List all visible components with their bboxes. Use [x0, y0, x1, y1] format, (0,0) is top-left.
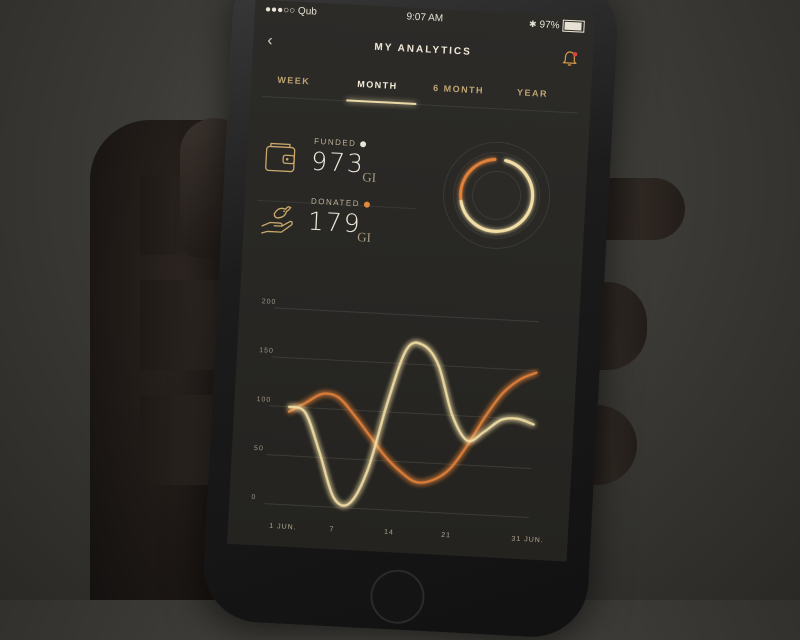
ring-inner-track: [453, 151, 541, 239]
tab-month[interactable]: MONTH: [357, 79, 398, 91]
chart-gridline: [266, 454, 532, 470]
y-tick-label: 200: [262, 298, 277, 306]
funding-ring-chart: [443, 141, 551, 249]
x-tick-label: 1 JUN.: [269, 523, 297, 531]
y-tick-label: 100: [256, 396, 271, 404]
page-title: MY ANALYTICS: [374, 41, 473, 58]
x-tick-label: 21: [441, 532, 451, 540]
battery-status: ✱ 97%: [529, 18, 585, 33]
wallet-icon: [265, 142, 296, 173]
donated-unit: GI: [356, 229, 372, 245]
donate-hand-icon: [261, 206, 293, 234]
phone-screen: ●●●○○ Qub 9:07 AM ✱ 97% ‹ MY ANALYTICS W…: [226, 0, 596, 562]
tab-year[interactable]: YEAR: [517, 87, 548, 99]
chart-gridline: [264, 503, 529, 518]
funded-value: 973: [310, 146, 366, 179]
notification-bell-icon[interactable]: [560, 50, 579, 69]
tab-week[interactable]: WEEK: [277, 75, 310, 87]
battery-icon: [562, 19, 585, 33]
funded-legend-dot: [360, 140, 367, 147]
chart-gridline: [271, 356, 537, 372]
donated-value: 179: [307, 206, 363, 239]
notification-badge: [572, 52, 578, 57]
x-tick-label: 7: [329, 526, 334, 533]
phone: ●●●○○ Qub 9:07 AM ✱ 97% ‹ MY ANALYTICS W…: [200, 0, 621, 640]
donated-legend-dot: [363, 200, 371, 208]
funded-unit: GI: [361, 169, 377, 186]
tab-6-month[interactable]: 6 MONTH: [433, 83, 484, 96]
bluetooth-icon: ✱: [528, 18, 537, 29]
series-line-gold: [288, 341, 535, 507]
y-tick-label: 0: [251, 494, 256, 501]
battery-percent: 97%: [539, 18, 560, 31]
analytics-line-chart: 0 50 100 150 200 1 JUN. 7 14 21 31 JUN.: [251, 298, 544, 545]
home-button[interactable]: [368, 568, 426, 626]
x-tick-label: 14: [384, 529, 394, 537]
funded-stat: FUNDED 973 GI: [262, 130, 425, 198]
donated-stat: DONATED 179 GI: [258, 190, 421, 258]
chart-gridline: [274, 307, 540, 323]
y-tick-label: 150: [259, 347, 274, 355]
active-tab-indicator: [346, 99, 417, 106]
x-tick-label: 31 JUN.: [511, 536, 544, 545]
y-tick-label: 50: [254, 445, 264, 453]
